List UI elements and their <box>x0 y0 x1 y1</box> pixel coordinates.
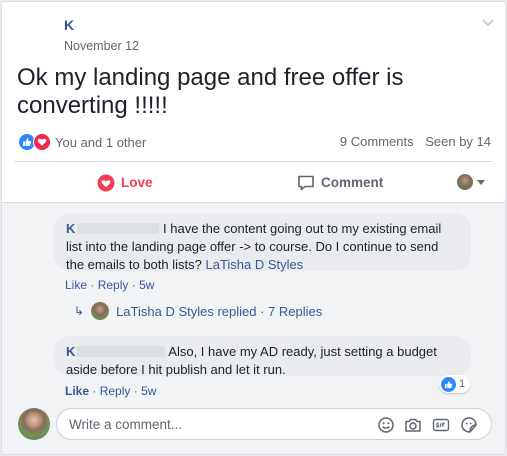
heart-icon <box>97 174 115 191</box>
comment-author[interactable]: K <box>66 221 75 236</box>
post-counts: 9 Comments Seen by 14 <box>340 134 491 149</box>
like-reaction-icon <box>441 376 456 392</box>
comment-reply-link[interactable]: Reply <box>100 384 131 398</box>
post-author[interactable]: K <box>64 17 74 33</box>
comment-like-link[interactable]: Like <box>65 384 89 398</box>
comment-meta: Like · Reply · 5w <box>65 278 155 292</box>
view-replies-link[interactable]: ↳ LaTisha D Styles replied · 7 Replies <box>74 302 322 320</box>
chevron-down-icon[interactable] <box>480 14 496 30</box>
emoji-icon[interactable] <box>377 416 395 434</box>
camera-icon[interactable] <box>404 416 422 434</box>
comment-time[interactable]: 5w <box>141 384 156 398</box>
post-card: K November 12 Ok my landing page and fre… <box>1 1 506 455</box>
reaction-identity-selector[interactable] <box>457 174 485 190</box>
comment-input[interactable]: Write a comment... <box>56 408 492 440</box>
comment-mention[interactable]: LaTisha D Styles <box>205 257 303 272</box>
avatar <box>91 302 110 320</box>
reaction-names[interactable]: You and 1 other <box>55 135 146 150</box>
replies-summary: LaTisha D Styles replied · 7 Replies <box>116 303 323 319</box>
comment-icon <box>298 175 314 190</box>
comment-like-link[interactable]: Like <box>65 278 87 292</box>
comment-bubble: K I have the content going out to my exi… <box>54 213 471 272</box>
love-button[interactable]: Love <box>97 162 153 203</box>
redacted-name <box>77 223 160 234</box>
gif-icon[interactable] <box>432 416 450 434</box>
comment-reply-link[interactable]: Reply <box>98 278 129 292</box>
like-count: 1 <box>459 378 466 390</box>
redacted-name <box>77 346 166 357</box>
love-label: Love <box>121 175 153 190</box>
comment-bubble: K Also, I have my AD ready, just setting… <box>54 336 471 377</box>
comments-section: K I have the content going out to my exi… <box>2 202 505 454</box>
seen-by[interactable]: Seen by 14 <box>425 134 491 149</box>
caret-down-icon <box>477 179 485 185</box>
avatar <box>18 408 50 440</box>
comment-button[interactable]: Comment <box>297 162 383 203</box>
comments-count[interactable]: 9 Comments <box>340 134 414 149</box>
comment-time[interactable]: 5w <box>139 278 154 292</box>
post-text: Ok my landing page and free offer is con… <box>17 64 404 119</box>
avatar <box>457 174 473 190</box>
love-reaction-icon <box>33 133 51 151</box>
reply-arrow-icon: ↳ <box>74 304 85 318</box>
reactions-summary[interactable]: You and 1 other <box>18 132 146 152</box>
comment-meta: Like · Reply · 5w <box>65 384 157 398</box>
comment-author[interactable]: K <box>66 344 75 359</box>
comment-placeholder: Write a comment... <box>69 417 183 432</box>
sticker-icon[interactable] <box>460 416 478 434</box>
post-date[interactable]: November 12 <box>64 39 139 53</box>
comment-like-count[interactable]: 1 <box>439 375 471 393</box>
comment-label: Comment <box>321 175 384 190</box>
action-bar: Love Comment <box>2 162 505 203</box>
